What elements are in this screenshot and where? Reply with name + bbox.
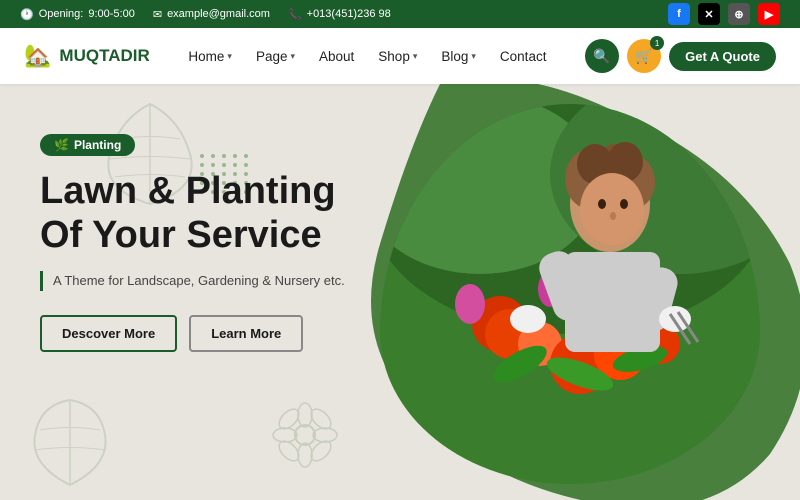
clock-icon: 🕐 xyxy=(20,8,34,21)
email-text: example@gmail.com xyxy=(167,8,270,20)
hero-title-line2: Of Your Service xyxy=(40,214,322,256)
chevron-down-icon: ▾ xyxy=(227,51,232,62)
leaf-bottom-left-decoration xyxy=(20,395,120,495)
social-links: f ✕ ⊕ ▶ xyxy=(668,3,780,25)
opening-label: Opening: xyxy=(39,8,84,20)
cart-badge: 1 xyxy=(650,36,664,50)
phone-icon: 📞 xyxy=(288,8,302,21)
chevron-down-icon: ▾ xyxy=(290,51,295,62)
nav-links: Home ▾ Page ▾ About Shop ▾ Blog ▾ Contac… xyxy=(178,43,556,70)
learn-more-button[interactable]: Learn More xyxy=(189,315,303,352)
top-bar: 🕐 Opening: 9:00-5:00 ✉ example@gmail.com… xyxy=(0,0,800,28)
discover-more-button[interactable]: Descover More xyxy=(40,315,177,352)
nav-about[interactable]: About xyxy=(309,43,364,70)
hero-buttons: Descover More Learn More xyxy=(40,315,345,352)
nav-page[interactable]: Page ▾ xyxy=(246,43,305,70)
cart-button[interactable]: 🛒 1 xyxy=(627,39,661,73)
envelope-icon: ✉ xyxy=(153,8,162,21)
logo[interactable]: 🏡 MUQTADIR xyxy=(24,43,150,69)
twitter-x-icon[interactable]: ✕ xyxy=(698,3,720,25)
search-button[interactable]: 🔍 xyxy=(585,39,619,73)
hero-title-line1: Lawn & Planting xyxy=(40,170,336,212)
hero-title: Lawn & Planting Of Your Service xyxy=(40,170,345,257)
chevron-down-icon: ▾ xyxy=(471,51,476,62)
globe-icon[interactable]: ⊕ xyxy=(728,3,750,25)
nav-home[interactable]: Home ▾ xyxy=(178,43,242,70)
nav-shop[interactable]: Shop ▾ xyxy=(368,43,427,70)
opening-hours: 9:00-5:00 xyxy=(88,8,134,20)
get-quote-button[interactable]: Get A Quote xyxy=(669,42,776,71)
youtube-icon[interactable]: ▶ xyxy=(758,3,780,25)
nav-actions: 🔍 🛒 1 Get A Quote xyxy=(585,39,776,73)
opening-hours-item: 🕐 Opening: 9:00-5:00 xyxy=(20,8,135,21)
logo-text: MUQTADIR xyxy=(59,46,149,66)
email-item: ✉ example@gmail.com xyxy=(153,8,270,21)
badge-text: Planting xyxy=(74,138,121,152)
hero-section: 🌿 Planting Lawn & Planting Of Your Servi… xyxy=(0,84,800,500)
navbar: 🏡 MUQTADIR Home ▾ Page ▾ About Shop ▾ Bl… xyxy=(0,28,800,84)
hero-subtitle: A Theme for Landscape, Gardening & Nurse… xyxy=(40,271,345,291)
phone-item: 📞 +013(451)236 98 xyxy=(288,8,391,21)
phone-text: +013(451)236 98 xyxy=(307,8,391,20)
hero-image xyxy=(380,104,760,484)
leaf-badge-icon: 🌿 xyxy=(54,138,69,152)
nav-blog[interactable]: Blog ▾ xyxy=(431,43,486,70)
chevron-down-icon: ▾ xyxy=(413,51,418,62)
logo-icon: 🏡 xyxy=(24,43,51,69)
hero-content: 🌿 Planting Lawn & Planting Of Your Servi… xyxy=(40,134,345,352)
flower-decoration xyxy=(270,400,340,470)
badge: 🌿 Planting xyxy=(40,134,135,156)
nav-contact[interactable]: Contact xyxy=(490,43,557,70)
top-bar-left: 🕐 Opening: 9:00-5:00 ✉ example@gmail.com… xyxy=(20,8,391,21)
facebook-icon[interactable]: f xyxy=(668,3,690,25)
